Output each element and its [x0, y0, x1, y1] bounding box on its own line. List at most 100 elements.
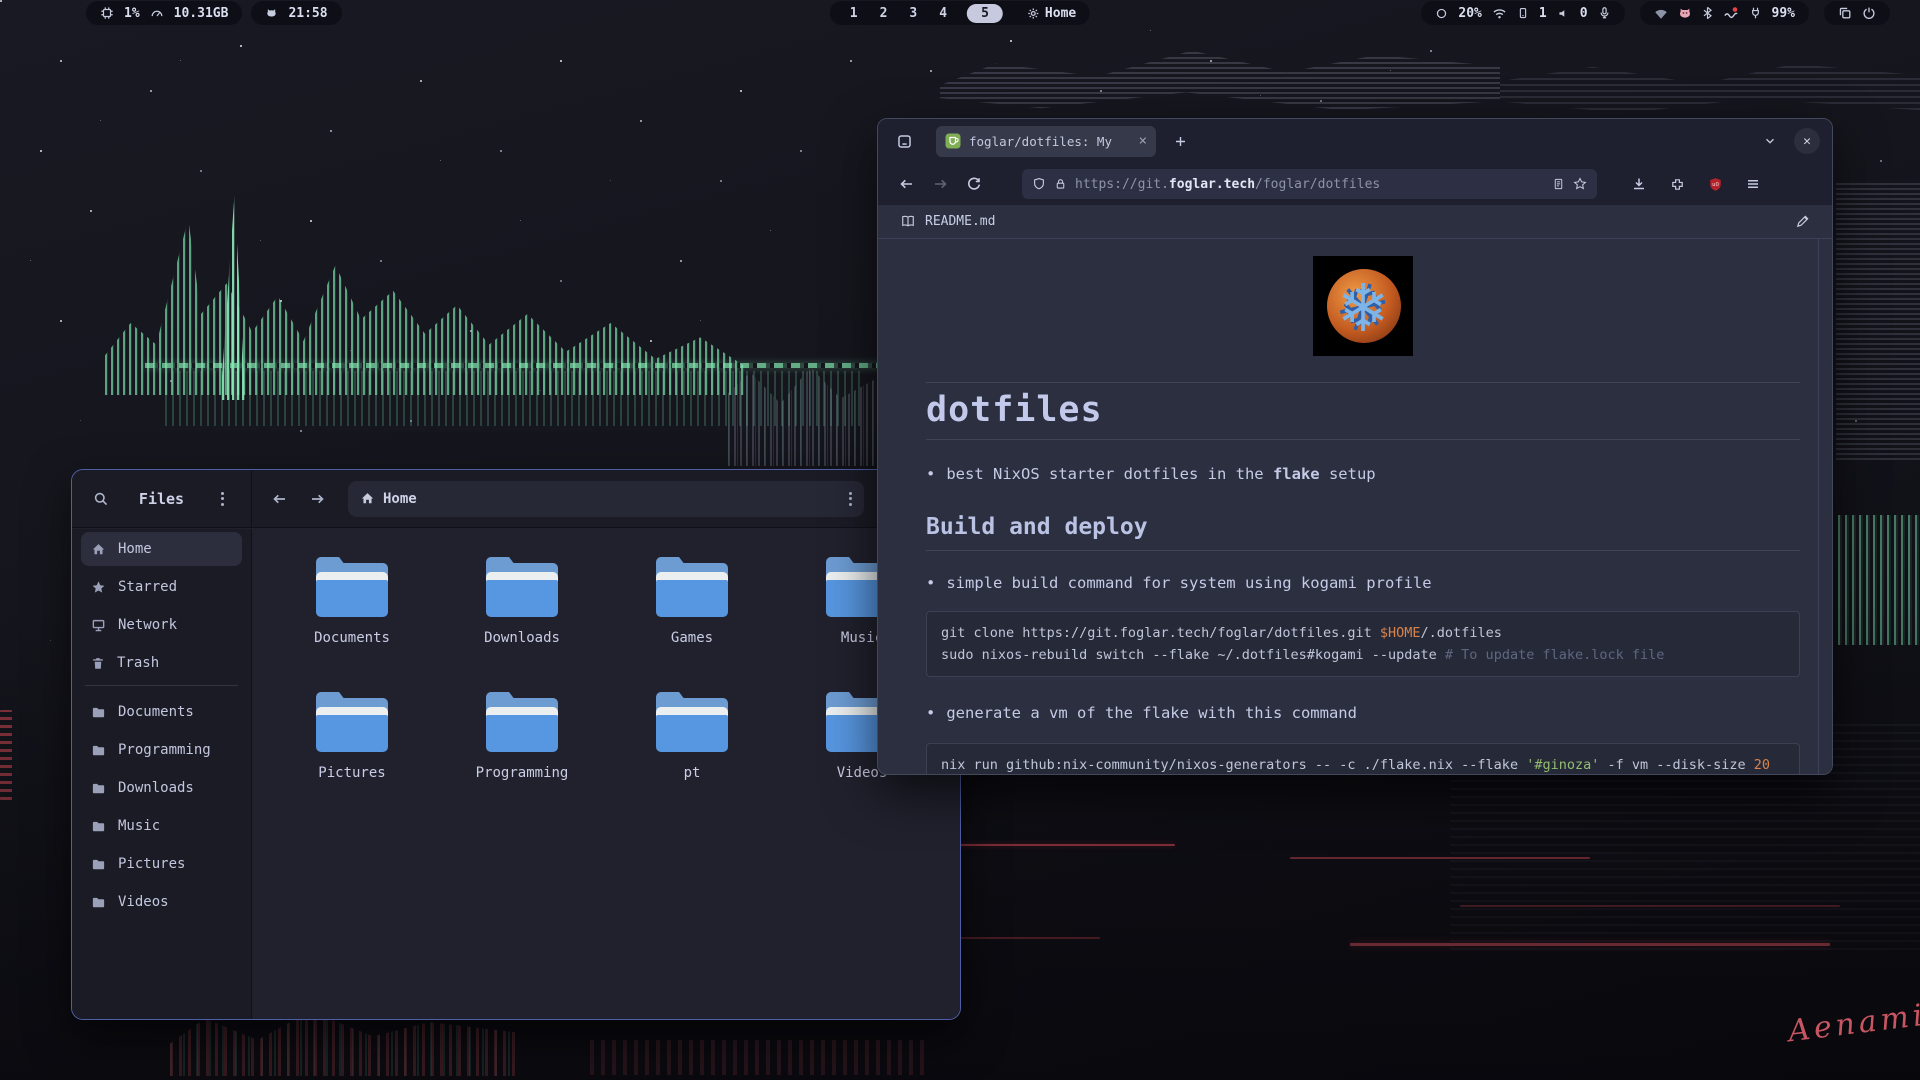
- workspace-2[interactable]: 2: [874, 6, 894, 21]
- sidebar-item-music[interactable]: Music: [81, 809, 242, 843]
- memory-gauge-icon: [150, 6, 164, 20]
- svg-text:uO: uO: [1712, 182, 1719, 188]
- path-menu-icon[interactable]: [849, 492, 852, 506]
- network-tray-icon[interactable]: [1654, 7, 1668, 20]
- sidebar-item-pictures[interactable]: Pictures: [81, 847, 242, 881]
- layout-label: Home: [1045, 6, 1076, 21]
- readme-bullet-3: •generate a vm of the flake with this co…: [926, 703, 1800, 723]
- folder-icon: [91, 857, 106, 872]
- browser-window: foglar/dotfiles: My × ✕ ht: [877, 118, 1833, 775]
- code-line: nix run github:nix-community/nixos-gener…: [941, 754, 1785, 774]
- folder-icon: [91, 895, 106, 910]
- forward-icon[interactable]: [926, 170, 954, 198]
- top-bar: 1% 10.31GB 21:58 1 2 3 4 5: [0, 0, 1920, 26]
- home-icon: [360, 491, 375, 506]
- nixos-logo-image: ❄ ❄: [1313, 256, 1413, 356]
- recording-tray-icon[interactable]: [1723, 6, 1739, 20]
- workspace-4[interactable]: 4: [933, 6, 953, 21]
- path-bar[interactable]: Home: [348, 481, 864, 517]
- browser-tabbar[interactable]: foglar/dotfiles: My × ✕: [878, 119, 1832, 163]
- tab-manager-icon[interactable]: [890, 127, 918, 155]
- app-tray-icon[interactable]: [1678, 6, 1692, 20]
- reader-mode-icon[interactable]: [1552, 177, 1565, 191]
- sidebar-item-home[interactable]: Home: [81, 532, 242, 566]
- workspace-5-active[interactable]: 5: [967, 4, 1003, 23]
- folder-games[interactable]: Games: [607, 553, 777, 688]
- memory-usage: 10.31GB: [174, 6, 229, 21]
- scrollbar[interactable]: [1818, 239, 1832, 774]
- workspaces-pill: 1 2 3 4 5 Home: [830, 1, 1090, 25]
- url-text: https://git.foglar.tech/foglar/dotfiles: [1075, 177, 1544, 192]
- wifi-icon: [1492, 7, 1507, 20]
- folder-icon: [656, 692, 728, 752]
- hamburger-menu-icon[interactable]: [1739, 170, 1767, 198]
- folder-icon: [316, 557, 388, 617]
- list-tabs-chevron-icon[interactable]: [1756, 127, 1784, 155]
- folder-documents[interactable]: Documents: [267, 553, 437, 688]
- sidebar-item-downloads[interactable]: Downloads: [81, 771, 242, 805]
- lock-icon[interactable]: [1054, 177, 1067, 191]
- gear-icon: [1027, 7, 1040, 20]
- code-line: git clone https://git.foglar.tech/foglar…: [941, 622, 1785, 644]
- folder-icon: [91, 705, 106, 720]
- back-icon[interactable]: [892, 170, 920, 198]
- folder-pictures[interactable]: Pictures: [267, 688, 437, 823]
- workspace-1[interactable]: 1: [844, 6, 864, 21]
- path-label: Home: [383, 491, 841, 507]
- readme-section-heading: Build and deploy: [926, 514, 1800, 551]
- sidebar-item-programming[interactable]: Programming: [81, 733, 242, 767]
- sidebar-item-videos[interactable]: Videos: [81, 885, 242, 919]
- battery-value: 99%: [1772, 6, 1795, 21]
- power-plug-icon: [1749, 6, 1762, 20]
- cpu-icon: [100, 6, 114, 20]
- new-tab-icon[interactable]: [1166, 127, 1194, 155]
- sidebar-divider: [85, 685, 238, 686]
- sidebar-item-documents[interactable]: Documents: [81, 695, 242, 729]
- search-icon[interactable]: [86, 484, 116, 514]
- code-line: sudo nixos-rebuild switch --flake ~/.dot…: [941, 644, 1785, 666]
- files-grid: Documents Downloads Games Music Pictures…: [253, 529, 960, 1019]
- window-close-icon[interactable]: ✕: [1794, 128, 1820, 154]
- folder-downloads[interactable]: Downloads: [437, 553, 607, 688]
- folder-pt[interactable]: pt: [607, 688, 777, 823]
- browser-content: README.md ❄ ❄ dotfiles • best NixOS: [878, 205, 1832, 774]
- readme-title: dotfiles: [926, 390, 1800, 440]
- bluetooth-icon[interactable]: [1702, 6, 1713, 20]
- sidebar-item-trash[interactable]: Trash: [81, 646, 242, 680]
- files-app-title: Files: [116, 490, 207, 508]
- folder-icon: [316, 692, 388, 752]
- folder-icon: [91, 819, 106, 834]
- tab-title: foglar/dotfiles: My: [969, 134, 1131, 149]
- extension-icon[interactable]: [1663, 170, 1691, 198]
- bookmark-star-icon[interactable]: [1573, 177, 1587, 191]
- ublock-icon[interactable]: uO: [1701, 170, 1729, 198]
- browser-tab[interactable]: foglar/dotfiles: My ×: [936, 126, 1156, 157]
- sidebar-item-starred[interactable]: Starred: [81, 570, 242, 604]
- readme-article: ❄ ❄ dotfiles • best NixOS starter dotfil…: [926, 239, 1800, 774]
- tab-close-icon[interactable]: ×: [1139, 134, 1147, 148]
- back-icon[interactable]: [264, 484, 294, 514]
- readme-filename: README.md: [925, 214, 1786, 229]
- desktop: Aenami 1% 10.31GB 21:58 1 2 3: [0, 0, 1920, 1080]
- files-window: Files Home: [71, 469, 961, 1020]
- power-icon[interactable]: [1862, 6, 1876, 20]
- star-icon: [91, 580, 106, 595]
- system-stats-pill: 1% 10.31GB: [86, 1, 242, 25]
- tracking-shield-icon[interactable]: [1032, 177, 1046, 191]
- volume-value: 0: [1580, 6, 1588, 21]
- sidebar-item-network[interactable]: Network: [81, 608, 242, 642]
- clock-pill: 21:58: [251, 1, 341, 25]
- code-block-build: git clone https://git.foglar.tech/foglar…: [926, 611, 1800, 677]
- files-headerbar[interactable]: Files Home: [72, 470, 960, 528]
- gitea-favicon: [945, 133, 961, 149]
- folder-programming[interactable]: Programming: [437, 688, 607, 823]
- downloads-icon[interactable]: [1625, 170, 1653, 198]
- clipboard-icon[interactable]: [1838, 6, 1852, 20]
- workspace-3[interactable]: 3: [903, 6, 923, 21]
- readme-bullet-1: • best NixOS starter dotfiles in the fla…: [926, 464, 1800, 484]
- forward-icon[interactable]: [302, 484, 332, 514]
- url-bar[interactable]: https://git.foglar.tech/foglar/dotfiles: [1022, 169, 1597, 199]
- sidebar-menu-icon[interactable]: [207, 484, 237, 514]
- reload-icon[interactable]: [960, 170, 988, 198]
- edit-pencil-icon[interactable]: [1795, 214, 1810, 229]
